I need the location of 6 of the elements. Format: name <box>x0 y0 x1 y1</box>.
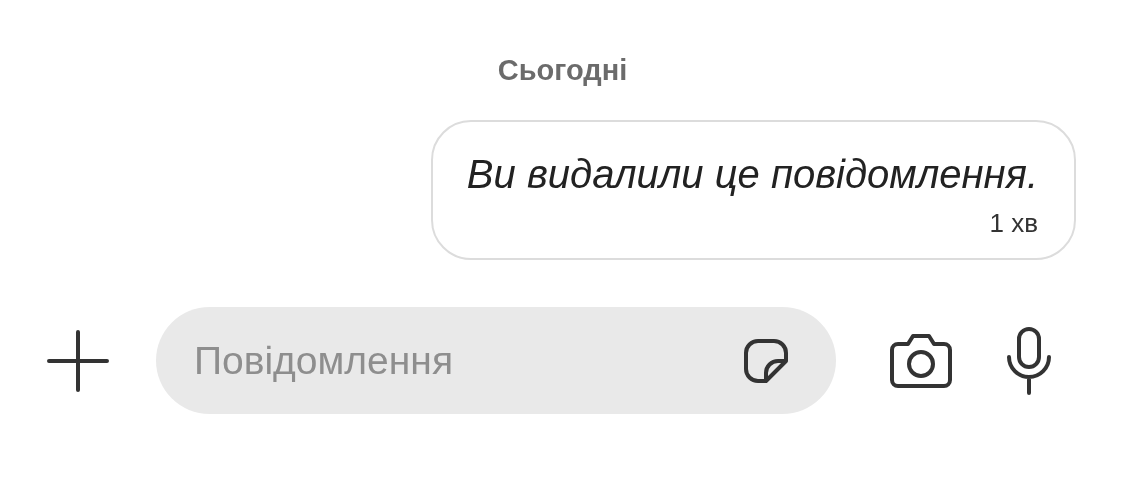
message-time: 1 хв <box>989 207 1038 240</box>
date-separator: Сьогодні <box>497 53 628 88</box>
microphone-icon[interactable] <box>1004 325 1054 396</box>
message-field[interactable]: Повідомлення <box>156 307 836 414</box>
add-icon[interactable] <box>45 327 111 394</box>
message-text: Ви видалили це повідомлення. <box>466 151 1038 198</box>
